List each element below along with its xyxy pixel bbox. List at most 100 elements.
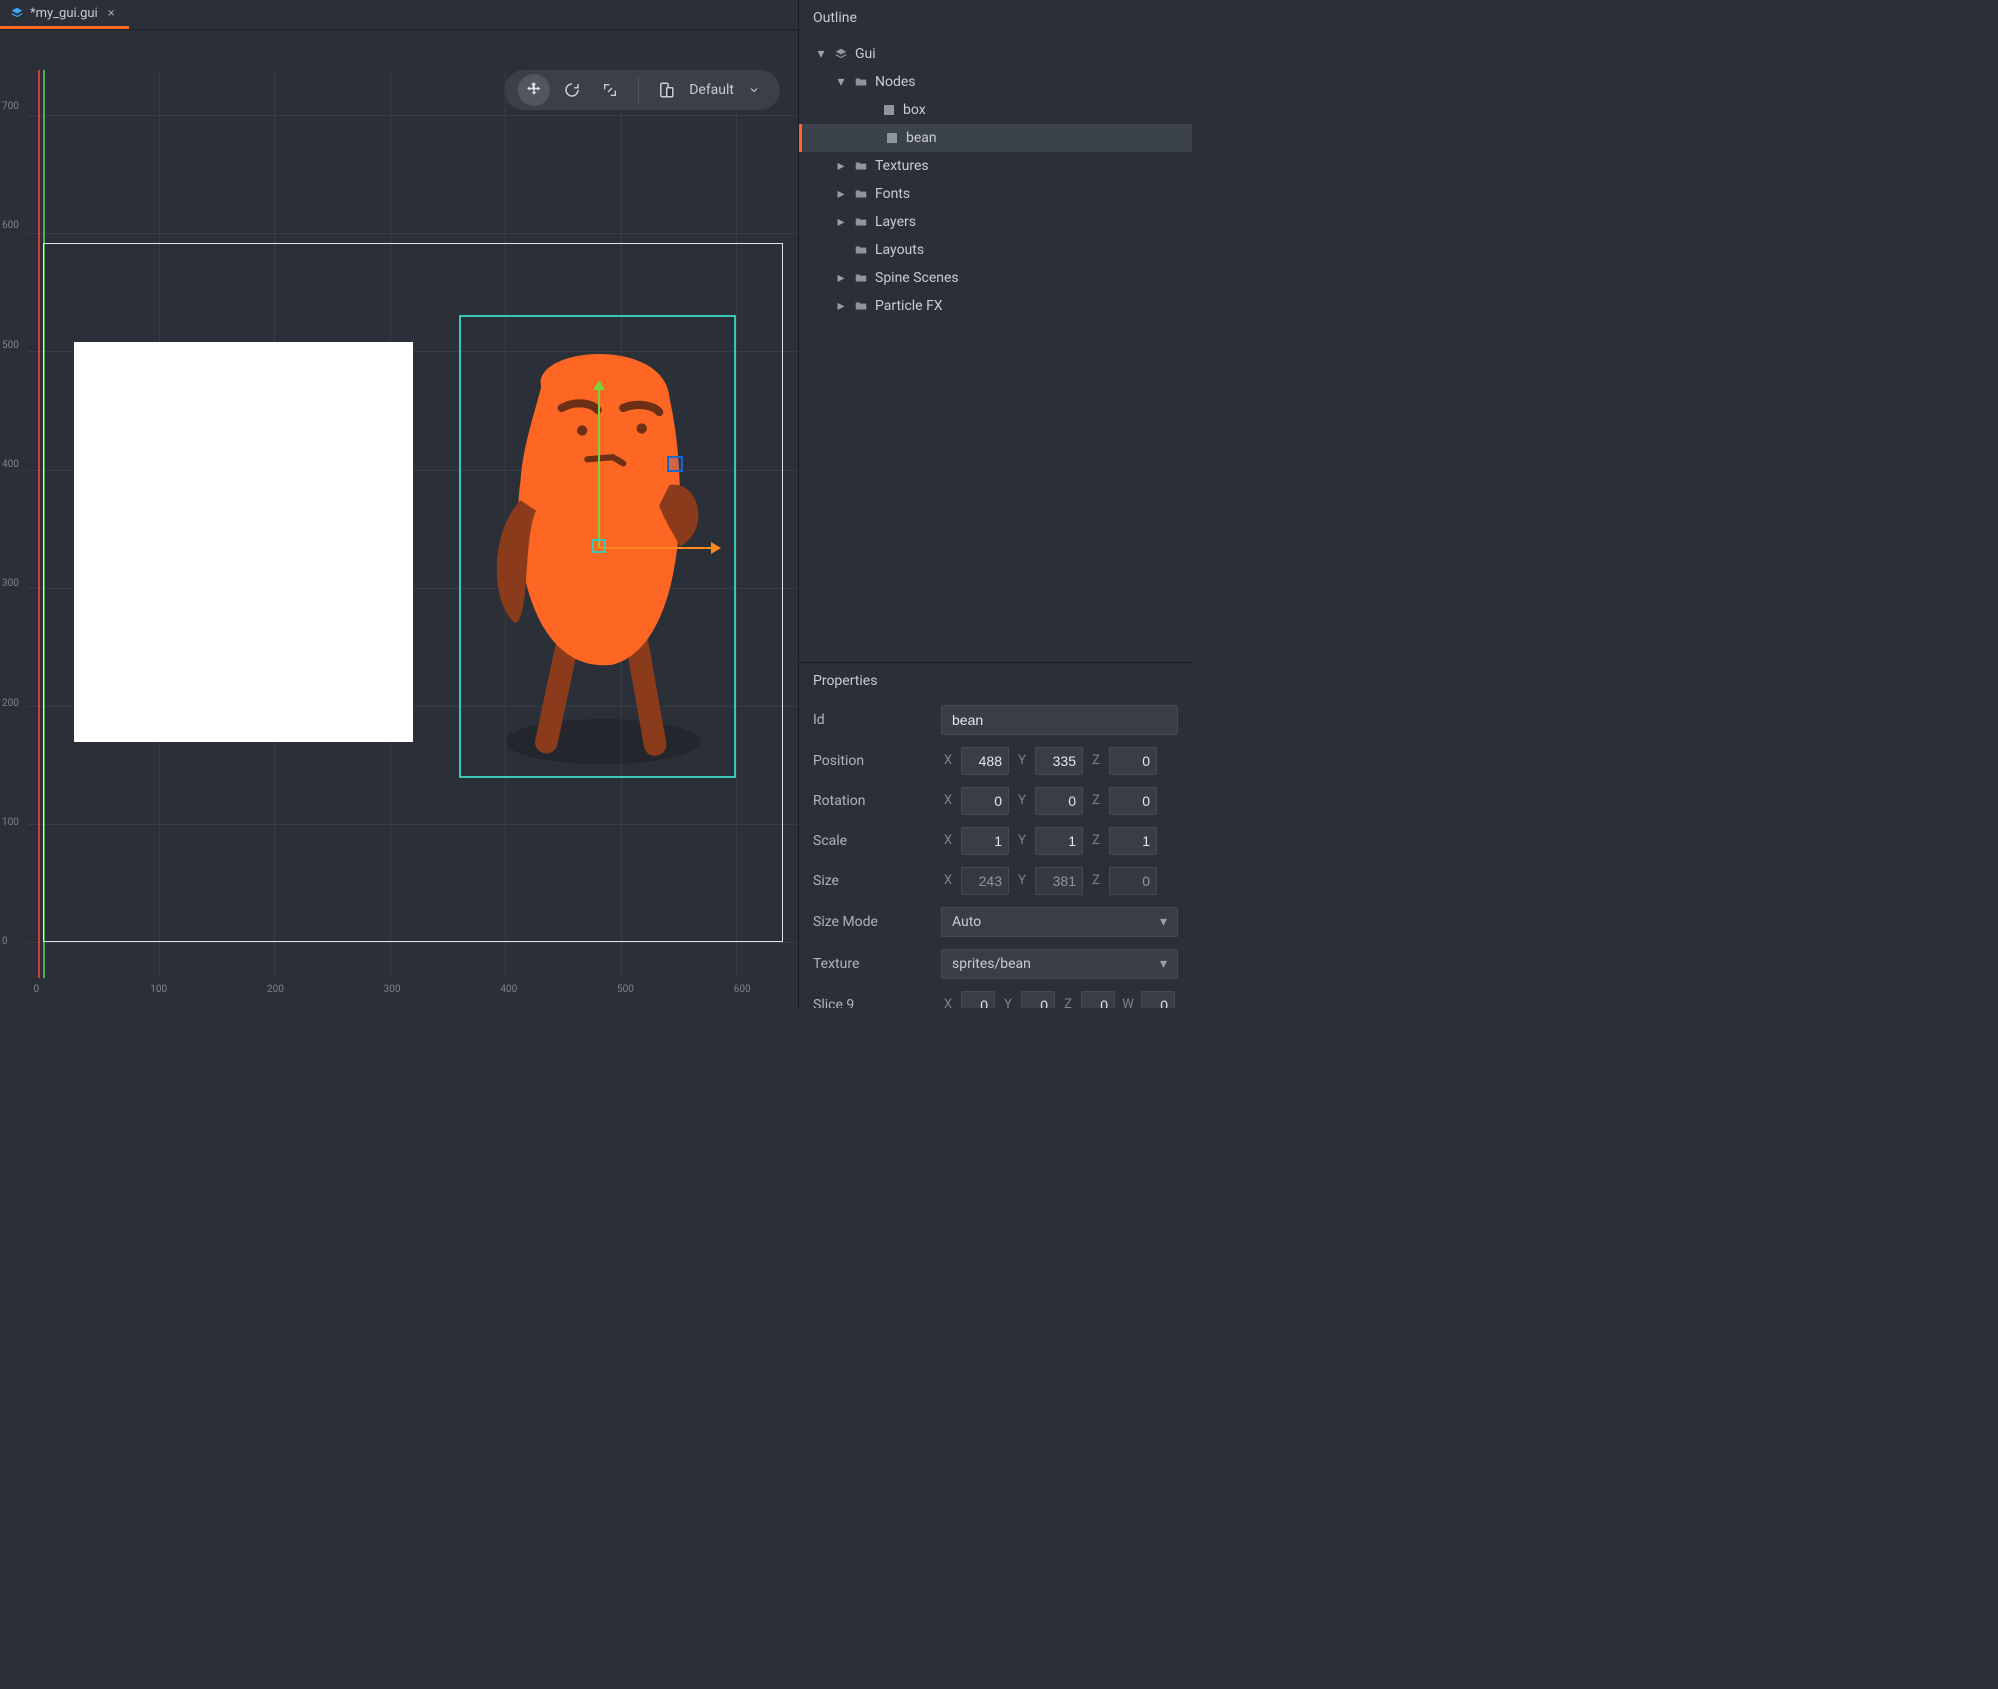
rotate-tool-button[interactable]	[556, 74, 588, 106]
outline-item-fonts[interactable]: ▸ Fonts	[799, 180, 1192, 208]
viewport-toolbar: Default	[504, 70, 780, 110]
rotation-x-input[interactable]	[961, 787, 1009, 815]
prop-label-position: Position	[813, 753, 933, 769]
gizmo-axis-z[interactable]	[667, 456, 683, 472]
outline-label: Spine Scenes	[875, 270, 959, 286]
caret-right-icon[interactable]: ▸	[835, 214, 847, 230]
rotation-z-input[interactable]	[1109, 787, 1157, 815]
chevron-down-icon: ▾	[1160, 956, 1167, 972]
outline-tree: ▾ Gui ▾ Nodes box bean	[799, 36, 1192, 324]
folder-icon	[853, 298, 869, 314]
outline-label: bean	[906, 130, 937, 146]
slice9-w-input[interactable]	[1141, 991, 1175, 1009]
size-mode-select[interactable]: Auto ▾	[941, 907, 1178, 937]
outline-item-particle-fx[interactable]: ▸ Particle FX	[799, 292, 1192, 320]
scale-x-input[interactable]	[961, 827, 1009, 855]
prop-label-id: Id	[813, 712, 933, 728]
ruler-tick: 500	[0, 340, 20, 351]
ruler-tick: 300	[384, 984, 401, 995]
ruler-tick: 100	[0, 817, 20, 828]
box-node-icon	[884, 130, 900, 146]
position-y-input[interactable]	[1035, 747, 1083, 775]
scale-y-input[interactable]	[1035, 827, 1083, 855]
properties-panel-header: Properties	[799, 663, 1192, 699]
device-icon	[657, 81, 675, 99]
texture-select[interactable]: sprites/bean ▾	[941, 949, 1178, 979]
box-node[interactable]	[74, 342, 413, 742]
outline-item-gui[interactable]: ▾ Gui	[799, 40, 1192, 68]
size-x-input[interactable]	[961, 867, 1009, 895]
ruler-tick: 0	[0, 936, 20, 947]
outline-label: Layouts	[875, 242, 924, 258]
ruler-tick: 200	[267, 984, 284, 995]
caret-right-icon[interactable]: ▸	[835, 186, 847, 202]
caret-right-icon[interactable]: ▸	[835, 298, 847, 314]
size-z-input[interactable]	[1109, 867, 1157, 895]
folder-icon	[853, 158, 869, 174]
folder-icon	[853, 74, 869, 90]
tab-bar: *my_gui.gui ×	[0, 0, 798, 30]
folder-icon	[853, 214, 869, 230]
outline-item-spine-scenes[interactable]: ▸ Spine Scenes	[799, 264, 1192, 292]
ruler-tick: 200	[0, 698, 20, 709]
rotation-y-input[interactable]	[1035, 787, 1083, 815]
outline-item-box[interactable]: box	[799, 96, 1192, 124]
prop-label-scale: Scale	[813, 833, 933, 849]
ruler-horizontal: 0 100 200 300 400 500 600	[20, 980, 798, 1000]
id-input[interactable]	[941, 705, 1178, 735]
scene-canvas[interactable]	[28, 70, 798, 978]
ruler-tick: 700	[0, 101, 20, 112]
prop-label-slice9: Slice 9	[813, 997, 933, 1009]
prop-label-size-mode: Size Mode	[813, 914, 933, 930]
tab-title: *my_gui.gui	[30, 6, 98, 21]
outline-item-layouts[interactable]: Layouts	[799, 236, 1192, 264]
prop-label-rotation: Rotation	[813, 793, 933, 809]
ruler-tick: 300	[0, 578, 20, 589]
close-icon[interactable]: ×	[104, 6, 119, 21]
position-z-input[interactable]	[1109, 747, 1157, 775]
file-tab[interactable]: *my_gui.gui ×	[0, 0, 129, 29]
size-y-input[interactable]	[1035, 867, 1083, 895]
scale-tool-button[interactable]	[594, 74, 626, 106]
outline-label: Nodes	[875, 74, 916, 90]
box-node-icon	[881, 102, 897, 118]
outline-item-textures[interactable]: ▸ Textures	[799, 152, 1192, 180]
gizmo-origin[interactable]	[592, 539, 606, 553]
caret-right-icon[interactable]: ▸	[835, 270, 847, 286]
scale-z-input[interactable]	[1109, 827, 1157, 855]
slice9-z-input[interactable]	[1081, 991, 1115, 1009]
outline-panel-header: Outline	[799, 0, 1192, 36]
folder-icon	[853, 270, 869, 286]
layout-selector-label[interactable]: Default	[689, 82, 734, 98]
ruler-tick: 400	[500, 984, 517, 995]
prop-label-size: Size	[813, 873, 933, 889]
ruler-tick: 500	[617, 984, 634, 995]
layers-icon	[10, 6, 24, 20]
gizmo-axis-x[interactable]	[598, 547, 714, 549]
ruler-tick: 600	[734, 984, 751, 995]
ruler-tick: 600	[0, 220, 20, 231]
slice9-y-input[interactable]	[1021, 991, 1055, 1009]
move-tool-button[interactable]	[518, 74, 550, 106]
chevron-down-icon[interactable]	[748, 84, 760, 96]
caret-right-icon[interactable]: ▸	[835, 158, 847, 174]
ruler-vertical: 700 600 500 400 300 200 100 0	[0, 60, 20, 978]
layers-icon	[833, 46, 849, 62]
position-x-input[interactable]	[961, 747, 1009, 775]
outline-item-layers[interactable]: ▸ Layers	[799, 208, 1192, 236]
chevron-down-icon: ▾	[1160, 914, 1167, 930]
caret-down-icon[interactable]: ▾	[815, 46, 827, 62]
ruler-tick: 400	[0, 459, 20, 470]
gizmo-axis-y[interactable]	[598, 388, 600, 547]
caret-down-icon[interactable]: ▾	[835, 74, 847, 90]
outline-label: Layers	[875, 214, 916, 230]
slice9-x-input[interactable]	[961, 991, 995, 1009]
properties-panel: Properties Id Position X Y Z	[799, 662, 1192, 1009]
prop-label-texture: Texture	[813, 956, 933, 972]
outline-item-bean[interactable]: bean	[799, 124, 1192, 152]
ruler-tick: 100	[150, 984, 167, 995]
outline-item-nodes[interactable]: ▾ Nodes	[799, 68, 1192, 96]
outline-label: box	[903, 102, 926, 118]
editor-viewport-panel: *my_gui.gui × 700 600 500 400 300 200 10…	[0, 0, 798, 1008]
outline-label: Fonts	[875, 186, 910, 202]
